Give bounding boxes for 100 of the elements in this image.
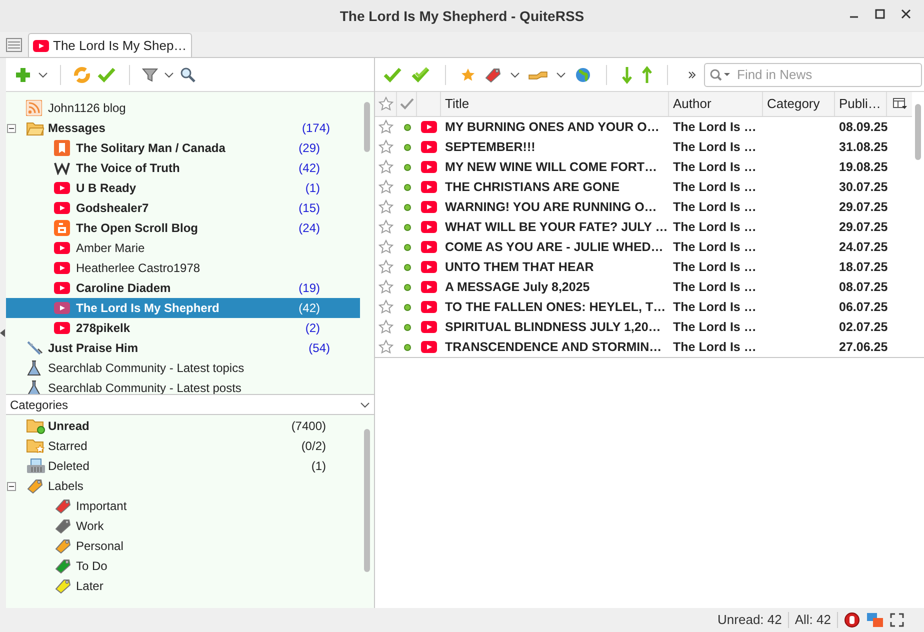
- news-row[interactable]: SEPTEMBER!!! The Lord Is … 31.08.25: [375, 137, 912, 157]
- windows-icon[interactable]: [866, 612, 884, 628]
- check-icon[interactable]: [97, 66, 117, 82]
- star-icon[interactable]: [378, 259, 394, 275]
- add-icon[interactable]: [14, 66, 32, 84]
- feed-item[interactable]: The Lord Is My Shepherd (42): [6, 298, 360, 318]
- news-row[interactable]: SPIRITUAL BLINDNESS JULY 1,20… The Lord Is … 02.07.25: [375, 317, 912, 337]
- stop-icon[interactable]: [844, 612, 860, 628]
- star-icon[interactable]: [378, 119, 394, 135]
- news-row[interactable]: TRANSCENDENCE AND STORMIN… The Lord Is … 27.06.25: [375, 337, 912, 357]
- news-date: 18.07.25: [838, 258, 889, 276]
- feed-item[interactable]: Heatherlee Castro1978: [6, 258, 360, 278]
- category-item[interactable]: Deleted (1): [6, 456, 360, 476]
- category-name: To Do: [76, 558, 108, 575]
- star-icon[interactable]: [378, 139, 394, 155]
- category-item[interactable]: To Do: [6, 556, 360, 576]
- feed-item[interactable]: Messages (174): [6, 118, 360, 138]
- news-author: The Lord Is …: [672, 318, 758, 336]
- feed-item[interactable]: Godshealer7 (15): [6, 198, 360, 218]
- overflow-icon[interactable]: [688, 70, 696, 78]
- news-row[interactable]: TO THE FALLEN ONES: HEYLEL, T… The Lord Is … 06.07.25: [375, 297, 912, 317]
- wand-icon: [26, 340, 44, 356]
- play-icon: [54, 202, 70, 214]
- feed-item[interactable]: John1126 blog: [6, 98, 360, 118]
- star-icon[interactable]: [460, 66, 476, 82]
- check-icon[interactable]: [383, 66, 403, 82]
- star-icon[interactable]: [378, 159, 394, 175]
- star-icon[interactable]: [378, 219, 394, 235]
- news-author: The Lord Is …: [672, 338, 758, 356]
- up-arrow-icon[interactable]: [641, 66, 653, 84]
- feed-item[interactable]: Caroline Diadem (19): [6, 278, 360, 298]
- feed-item[interactable]: U B Ready (1): [6, 178, 360, 198]
- star-icon[interactable]: [378, 339, 394, 355]
- category-item[interactable]: Starred (0/2): [6, 436, 360, 456]
- fullscreen-icon[interactable]: [890, 613, 904, 627]
- news-row[interactable]: UNTO THEM THAT HEAR The Lord Is … 18.07.25: [375, 257, 912, 277]
- feed-item[interactable]: The Voice of Truth (42): [6, 158, 360, 178]
- play-icon: [421, 161, 437, 173]
- maximize-icon[interactable]: [874, 8, 886, 20]
- search-icon[interactable]: [180, 66, 196, 82]
- news-row[interactable]: A MESSAGE July 8,2025 The Lord Is … 08.07.25: [375, 277, 912, 297]
- category-item[interactable]: Later: [6, 576, 360, 596]
- news-date: 27.06.25: [838, 338, 889, 356]
- news-author: The Lord Is …: [672, 178, 758, 196]
- star-icon[interactable]: [378, 299, 394, 315]
- star-icon[interactable]: [378, 199, 394, 215]
- search-icon[interactable]: [709, 68, 731, 82]
- news-title: TO THE FALLEN ONES: HEYLEL, T…: [444, 298, 667, 316]
- column-header[interactable]: Author: [669, 92, 763, 116]
- column-header[interactable]: Category: [763, 92, 835, 116]
- close-icon[interactable]: [900, 8, 912, 20]
- news-row[interactable]: WHAT WILL BE YOUR FATE? JULY … The Lord Is … 29.07.25: [375, 217, 912, 237]
- feed-tab[interactable]: The Lord Is My Shep…: [28, 33, 192, 57]
- collapse-toggle[interactable]: [6, 482, 16, 490]
- news-row[interactable]: MY NEW WINE WILL COME FORT… The Lord Is … 19.08.25: [375, 157, 912, 177]
- list-icon[interactable]: [6, 38, 22, 52]
- star-icon[interactable]: [378, 96, 394, 112]
- play-icon: [54, 302, 70, 314]
- columns-icon[interactable]: [892, 98, 906, 110]
- globe-icon[interactable]: [574, 66, 592, 84]
- category-item[interactable]: Personal: [6, 536, 360, 556]
- down-arrow-icon[interactable]: [621, 66, 633, 84]
- news-date: 19.08.25: [838, 158, 889, 176]
- refresh-icon[interactable]: [73, 66, 91, 84]
- search-field[interactable]: Find in News: [704, 62, 922, 86]
- news-row[interactable]: MY BURNING ONES AND YOUR O… The Lord Is … 08.09.25: [375, 117, 912, 137]
- category-item[interactable]: Labels: [6, 476, 360, 496]
- tag-icon: [484, 66, 502, 84]
- categories-header[interactable]: Categories: [6, 394, 374, 415]
- news-row[interactable]: COME AS YOU ARE - JULIE WHED… The Lord Is … 24.07.25: [375, 237, 912, 257]
- news-row[interactable]: WARNING! YOU ARE RUNNING O… The Lord Is … 29.07.25: [375, 197, 912, 217]
- read-check-icon[interactable]: [400, 98, 414, 110]
- feed-item[interactable]: Searchlab Community - Latest topics: [6, 358, 360, 378]
- column-header[interactable]: Title: [441, 92, 669, 116]
- feed-item[interactable]: The Solitary Man / Canada (29): [6, 138, 360, 158]
- category-item[interactable]: Important: [6, 496, 360, 516]
- collapse-toggle[interactable]: [6, 124, 16, 132]
- categories-title: Categories: [10, 396, 68, 414]
- feed-item[interactable]: 278pikelk (2): [6, 318, 360, 338]
- category-item[interactable]: Work: [6, 516, 360, 536]
- star-icon[interactable]: [378, 179, 394, 195]
- double-check-icon[interactable]: [411, 66, 431, 82]
- news-row[interactable]: THE CHRISTIANS ARE GONE The Lord Is … 30.07.25: [375, 177, 912, 197]
- scrollbar-thumb[interactable]: [364, 102, 370, 152]
- feed-name: Heatherlee Castro1978: [76, 260, 200, 277]
- news-author: The Lord Is …: [672, 258, 758, 276]
- scrollbar-thumb[interactable]: [915, 104, 921, 160]
- feed-item[interactable]: Amber Marie: [6, 238, 360, 258]
- column-header[interactable]: Publi…: [835, 92, 887, 116]
- star-icon[interactable]: [378, 279, 394, 295]
- star-icon[interactable]: [378, 239, 394, 255]
- filter-icon[interactable]: [142, 66, 158, 82]
- scrollbar-thumb[interactable]: [364, 429, 370, 572]
- news-title: UNTO THEM THAT HEAR: [444, 258, 595, 276]
- starred-folder-icon: [26, 438, 46, 454]
- feed-item[interactable]: Just Praise Him (54): [6, 338, 360, 358]
- star-icon[interactable]: [378, 319, 394, 335]
- category-item[interactable]: Unread (7400): [6, 416, 360, 436]
- collapse-arrow-icon[interactable]: [0, 329, 5, 337]
- feed-item[interactable]: The Open Scroll Blog (24): [6, 218, 360, 238]
